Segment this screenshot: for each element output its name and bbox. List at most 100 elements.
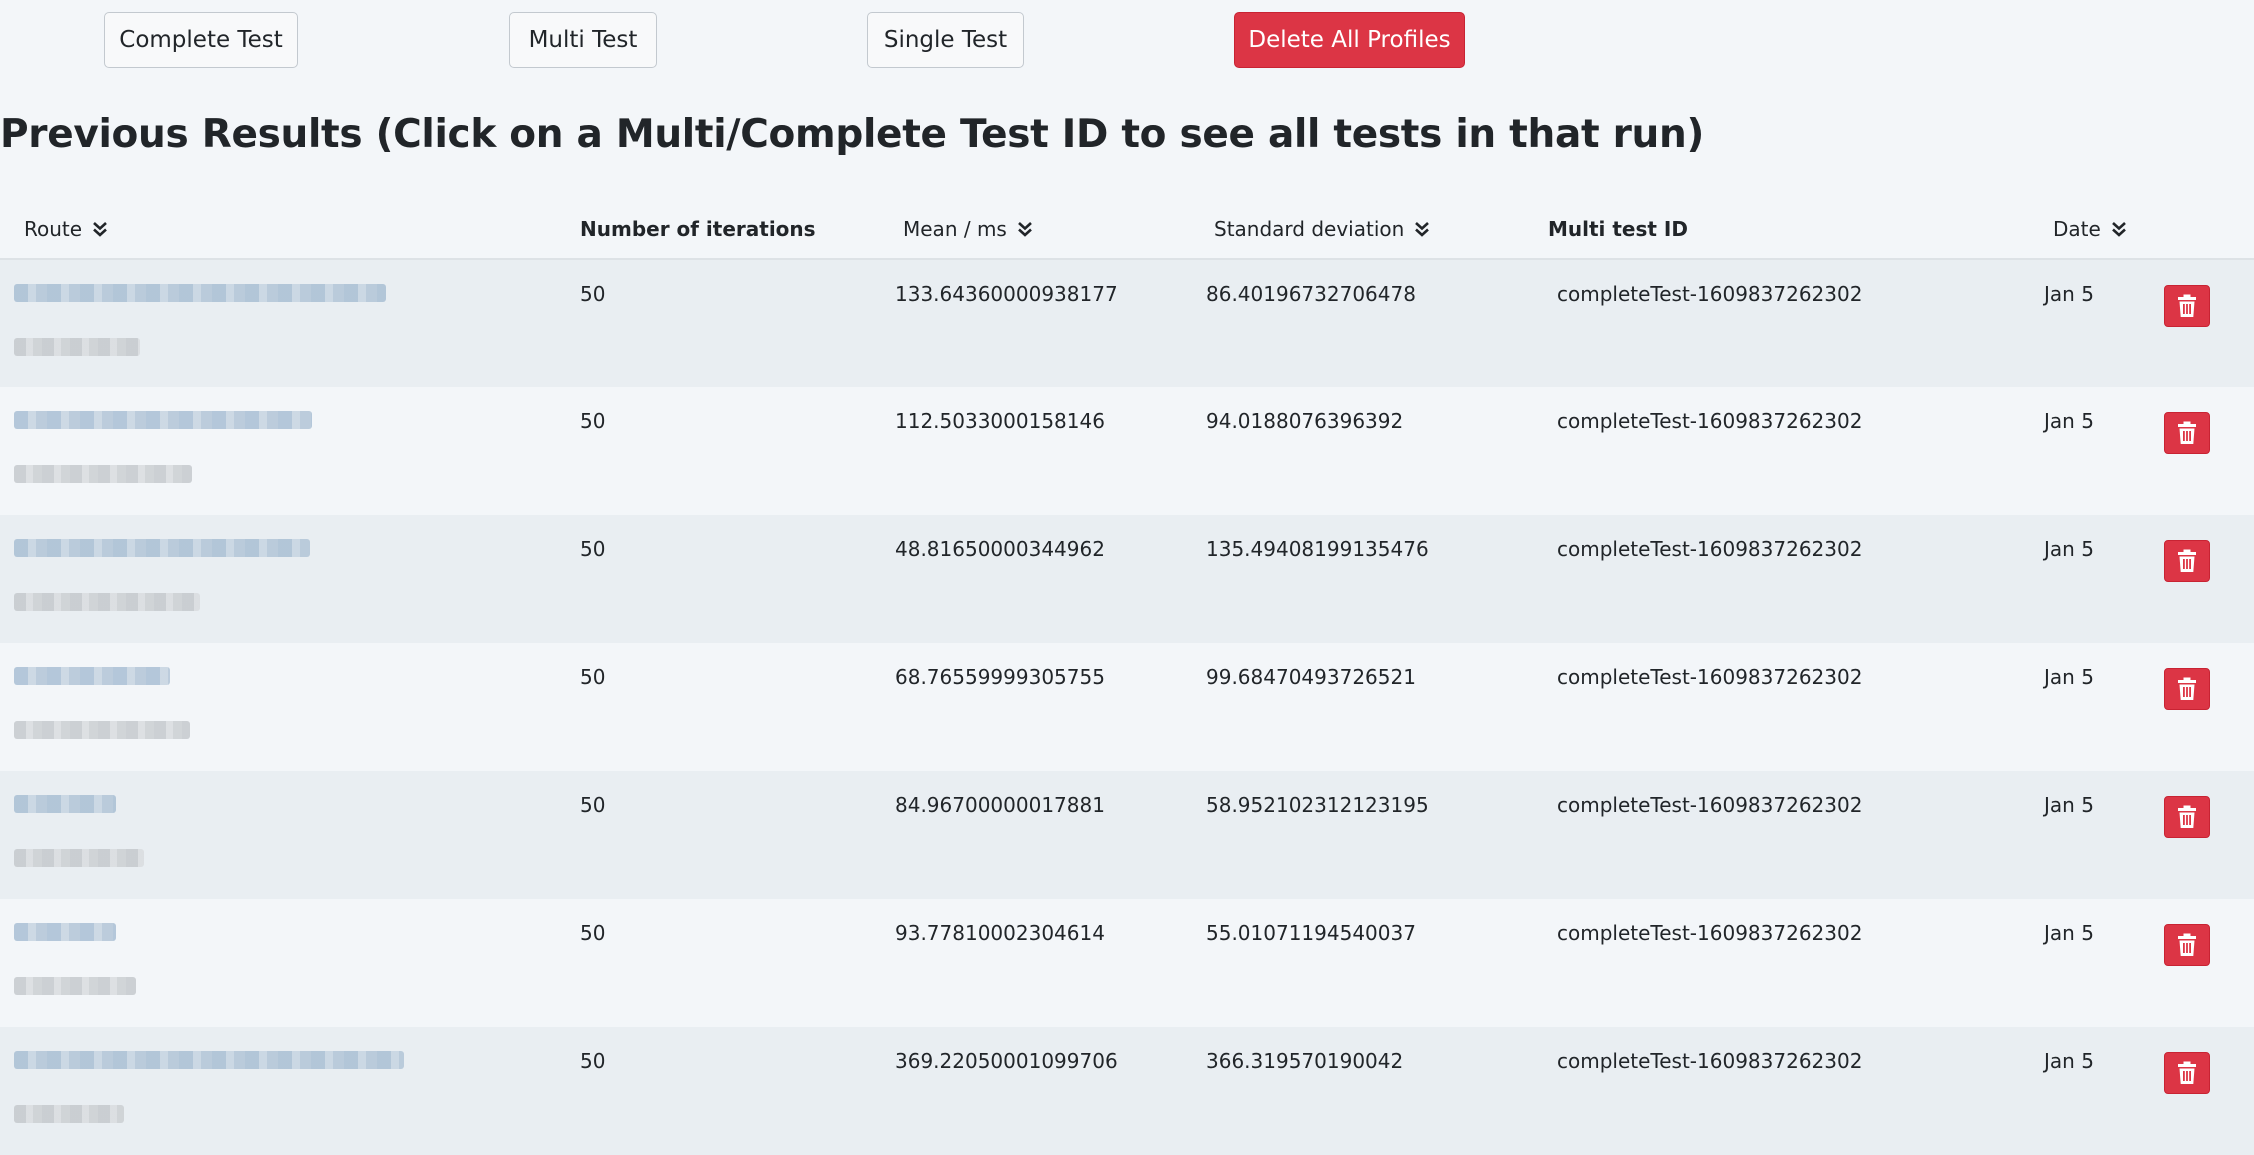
route-path-redacted[interactable] [14,667,170,685]
route-name-redacted [14,338,140,356]
double-chevron-down-icon[interactable] [2111,220,2127,238]
std-cell: 86.40196732706478 [1206,282,1416,306]
delete-row-button[interactable] [2164,668,2210,710]
date-cell: Jan 5 [2044,665,2094,689]
std-header-label: Standard deviation [1214,217,1405,241]
route-path-redacted[interactable] [14,923,116,941]
delete-all-profiles-button[interactable]: Delete All Profiles [1234,12,1465,68]
delete-row-button[interactable] [2164,1052,2210,1094]
column-header-date[interactable]: Date [1996,200,2164,260]
double-chevron-down-icon[interactable] [92,220,108,238]
iterations-cell: 50 [580,537,606,561]
single-test-button[interactable]: Single Test [867,12,1024,68]
multi-test-id-link[interactable]: completeTest-1609837262302 [1548,643,1996,771]
table-row: 50 93.77810002304614 55.01071194540037 c… [0,899,2254,1027]
route-name-redacted [14,977,136,995]
table-row: 50 133.64360000938177 86.40196732706478 … [0,259,2254,387]
multi-test-id-link[interactable]: completeTest-1609837262302 [1548,899,1996,1027]
multi-test-id-link[interactable]: completeTest-1609837262302 [1548,259,1996,387]
table-row: 50 68.76559999305755 99.68470493726521 c… [0,643,2254,771]
route-cell[interactable] [0,643,580,771]
actions-cell [2164,515,2254,643]
multi-test-id-link[interactable]: completeTest-1609837262302 [1548,771,1996,899]
route-cell[interactable] [0,771,580,899]
multi-id-header-label: Multi test ID [1548,217,1688,241]
date-cell: Jan 5 [2044,282,2094,306]
trash-icon [2178,421,2196,444]
table-row: 50 48.81650000344962 135.49408199135476 … [0,515,2254,643]
route-name-redacted [14,849,144,867]
date-cell: Jan 5 [2044,409,2094,433]
actions-cell [2164,387,2254,515]
mean-header-label: Mean / ms [903,217,1007,241]
table-header-row: Route Number of iterations Mean / ms Sta… [0,200,2254,260]
std-cell: 99.68470493726521 [1206,665,1416,689]
route-cell[interactable] [0,515,580,643]
actions-cell [2164,899,2254,1027]
date-header-label: Date [2053,217,2101,241]
route-name-redacted [14,593,200,611]
actions-cell [2164,259,2254,387]
route-name-redacted [14,1105,124,1123]
date-cell: Jan 5 [2044,1049,2094,1073]
iterations-header-label: Number of iterations [580,217,816,241]
mean-cell: 112.5033000158146 [895,409,1105,433]
iterations-cell: 50 [580,409,606,433]
actions-cell [2164,1027,2254,1155]
multi-test-id-link[interactable]: completeTest-1609837262302 [1548,1027,1996,1155]
std-cell: 366.319570190042 [1206,1049,1404,1073]
iterations-cell: 50 [580,921,606,945]
double-chevron-down-icon[interactable] [1414,220,1430,238]
delete-row-button[interactable] [2164,796,2210,838]
mean-cell: 93.77810002304614 [895,921,1105,945]
mean-cell: 369.22050001099706 [895,1049,1118,1073]
toolbar: Complete Test Multi Test Single Test Del… [0,0,2254,80]
mean-cell: 84.96700000017881 [895,793,1105,817]
iterations-cell: 50 [580,282,606,306]
multi-test-id-link[interactable]: completeTest-1609837262302 [1548,515,1996,643]
multi-test-id-link[interactable]: completeTest-1609837262302 [1548,387,1996,515]
complete-test-button[interactable]: Complete Test [104,12,298,68]
mean-cell: 133.64360000938177 [895,282,1118,306]
trash-icon [2178,549,2196,572]
route-path-redacted[interactable] [14,539,310,557]
route-path-redacted[interactable] [14,411,312,429]
route-cell[interactable] [0,259,580,387]
route-path-redacted[interactable] [14,1051,404,1069]
iterations-cell: 50 [580,1049,606,1073]
page-title: Previous Results (Click on a Multi/Compl… [0,112,1704,157]
date-cell: Jan 5 [2044,921,2094,945]
actions-cell [2164,771,2254,899]
route-cell[interactable] [0,387,580,515]
mean-cell: 48.81650000344962 [895,537,1105,561]
mean-cell: 68.76559999305755 [895,665,1105,689]
delete-row-button[interactable] [2164,285,2210,327]
trash-icon [2178,294,2196,317]
column-header-multi-id: Multi test ID [1548,200,1996,260]
table-row: 50 84.96700000017881 58.952102312123195 … [0,771,2254,899]
route-cell[interactable] [0,1027,580,1155]
table-row: 50 112.5033000158146 94.0188076396392 co… [0,387,2254,515]
std-cell: 94.0188076396392 [1206,409,1404,433]
iterations-cell: 50 [580,665,606,689]
multi-test-button[interactable]: Multi Test [509,12,657,68]
delete-row-button[interactable] [2164,540,2210,582]
column-header-iterations: Number of iterations [580,200,894,260]
delete-row-button[interactable] [2164,924,2210,966]
column-header-std[interactable]: Standard deviation [1205,200,1548,260]
trash-icon [2178,933,2196,956]
route-header-label: Route [24,217,83,241]
iterations-cell: 50 [580,793,606,817]
delete-row-button[interactable] [2164,412,2210,454]
route-cell[interactable] [0,899,580,1027]
std-cell: 58.952102312123195 [1206,793,1429,817]
double-chevron-down-icon[interactable] [1017,220,1033,238]
route-path-redacted[interactable] [14,795,116,813]
column-header-mean[interactable]: Mean / ms [894,200,1205,260]
route-path-redacted[interactable] [14,284,386,302]
date-cell: Jan 5 [2044,793,2094,817]
table-row: 50 369.22050001099706 366.319570190042 c… [0,1027,2254,1155]
std-cell: 135.49408199135476 [1206,537,1429,561]
route-name-redacted [14,465,192,483]
column-header-route[interactable]: Route [0,200,580,260]
